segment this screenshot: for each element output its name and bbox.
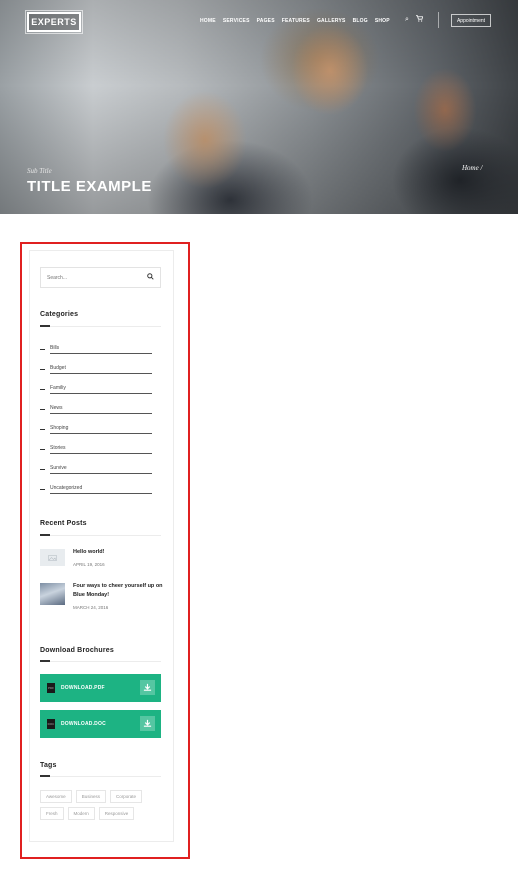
recent-posts-title: Recent Posts	[40, 520, 87, 527]
tag[interactable]: Business	[75, 790, 106, 803]
post-date: APRIL 19, 2016	[73, 562, 105, 567]
hero-subtitle: Sub Title	[27, 167, 52, 175]
tags-underline	[40, 775, 161, 777]
dash-icon	[40, 389, 45, 390]
nav-home[interactable]: HOME	[200, 18, 216, 24]
search-box	[40, 267, 161, 288]
tags-title: Tags	[40, 762, 57, 769]
category-divider	[50, 433, 152, 434]
download-doc-button[interactable]: DOC DOWNLOAD.DOC	[40, 710, 161, 738]
download-icon	[140, 680, 155, 695]
category-label[interactable]: Budget	[50, 365, 66, 371]
recent-posts-underline	[40, 534, 161, 536]
category-divider	[50, 413, 152, 414]
category-divider	[50, 473, 152, 474]
nav-pages[interactable]: PAGES	[257, 18, 275, 24]
page-title: TITLE EXAMPLE	[27, 178, 152, 195]
post-title[interactable]: Four ways to cheer yourself up on Blue M…	[73, 582, 165, 600]
download-icon	[140, 716, 155, 731]
category-item-news[interactable]: News	[40, 404, 152, 424]
main-nav: HOME SERVICES PAGES FEATURES GALLERYS BL…	[200, 18, 397, 24]
nav-gallerys[interactable]: GALLERYS	[317, 18, 346, 24]
download-label: DOWNLOAD.DOC	[61, 721, 106, 727]
download-label: DOWNLOAD.PDF	[61, 685, 105, 691]
download-pdf-button[interactable]: PDF DOWNLOAD.PDF	[40, 674, 161, 702]
search-icon[interactable]: ⌕	[405, 16, 409, 24]
download-brochures-underline	[40, 660, 161, 662]
dash-icon	[40, 469, 45, 470]
search-icon[interactable]	[147, 273, 154, 282]
dash-icon	[40, 489, 45, 490]
nav-shop[interactable]: SHOP	[375, 18, 390, 24]
nav-divider	[438, 12, 439, 28]
appointment-button[interactable]: Appointment	[451, 14, 491, 27]
category-label[interactable]: Stories	[50, 445, 66, 451]
category-divider	[50, 493, 152, 494]
breadcrumb[interactable]: Home /	[462, 164, 482, 172]
category-label[interactable]: News	[50, 405, 63, 411]
file-icon: DOC	[47, 719, 55, 729]
category-label[interactable]: Bills	[50, 345, 59, 351]
tag[interactable]: Corporate	[109, 790, 142, 803]
site-logo[interactable]: EXPERTS	[25, 10, 83, 34]
category-item-familiy[interactable]: Familiy	[40, 384, 152, 404]
dash-icon	[40, 369, 45, 370]
category-item-uncategorized[interactable]: Uncategorized	[40, 484, 152, 504]
tag[interactable]: Modern	[67, 807, 95, 820]
nav-blog[interactable]: BLOG	[353, 18, 368, 24]
nav-features[interactable]: FEATURES	[282, 18, 310, 24]
category-item-shoping[interactable]: Shoping	[40, 424, 152, 444]
cart-icon[interactable]	[415, 15, 424, 24]
category-divider	[50, 393, 152, 394]
post-thumbnail[interactable]	[40, 583, 65, 605]
dash-icon	[40, 429, 45, 430]
category-label[interactable]: Familiy	[50, 385, 66, 391]
category-divider	[50, 373, 152, 374]
post-date: MARCH 24, 2016	[73, 605, 109, 610]
post-title[interactable]: Hello world!	[73, 548, 165, 557]
download-brochures-title: Download Brochures	[40, 647, 114, 654]
category-label[interactable]: Uncategorized	[50, 485, 82, 491]
tag[interactable]: Responsive	[98, 807, 135, 820]
tag-cloud: Awesome Business Corporate Fresh Modern …	[40, 790, 165, 820]
category-item-stories[interactable]: Stories	[40, 444, 152, 464]
categories-title: Categories	[40, 311, 79, 318]
category-divider	[50, 353, 152, 354]
categories-underline	[40, 325, 161, 327]
nav-services[interactable]: SERVICES	[223, 18, 250, 24]
category-label[interactable]: Survive	[50, 465, 67, 471]
search-input[interactable]	[47, 274, 147, 281]
category-divider	[50, 453, 152, 454]
nav-icons: ⌕	[405, 15, 424, 24]
dash-icon	[40, 449, 45, 450]
image-icon	[48, 554, 57, 561]
dash-icon	[40, 409, 45, 410]
post-thumbnail-placeholder[interactable]	[40, 549, 65, 566]
file-icon: PDF	[47, 683, 55, 693]
category-item-budget[interactable]: Budget	[40, 364, 152, 384]
category-label[interactable]: Shoping	[50, 425, 68, 431]
tag[interactable]: Fresh	[40, 807, 64, 820]
category-item-bills[interactable]: Bills	[40, 344, 152, 364]
category-item-survive[interactable]: Survive	[40, 464, 152, 484]
tag[interactable]: Awesome	[40, 790, 72, 803]
dash-icon	[40, 349, 45, 350]
sidebar	[29, 250, 174, 842]
